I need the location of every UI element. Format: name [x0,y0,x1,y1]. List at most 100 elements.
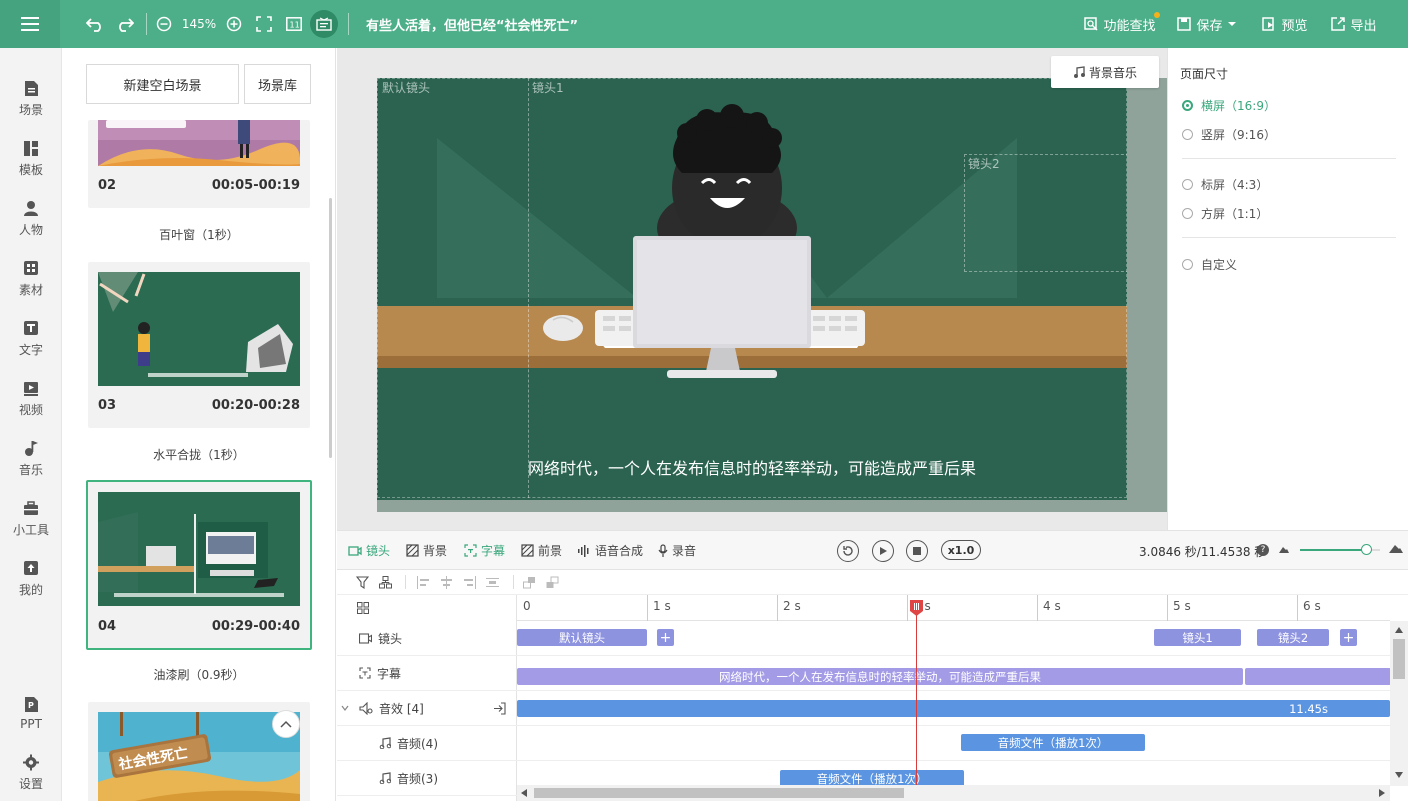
tab-subtitle[interactable]: 字幕 [464,542,505,559]
nav-template[interactable]: 模板 [0,132,62,186]
tab-tts[interactable]: 语音合成 [577,542,643,559]
zoom-out-mountain-icon[interactable] [1279,545,1289,553]
camera-1-frame[interactable] [528,78,1127,498]
radio-portrait[interactable]: 竖屏（9:16） [1182,126,1276,143]
track-audio-4[interactable]: 音频(4) [337,726,517,761]
undo-icon[interactable] [84,12,106,36]
clip-subtitle-next[interactable] [1245,668,1391,685]
clip-sfx-group[interactable]: 11.45s [517,700,1390,717]
exit-group-icon[interactable] [493,702,506,715]
radio-custom[interactable]: 自定义 [1182,256,1237,273]
preview-button[interactable]: 预览 [1260,12,1310,36]
track-layout-icon[interactable] [357,602,369,614]
timeline-vertical-scrollbar[interactable] [1390,621,1408,786]
zoom-out-icon[interactable] [154,12,174,36]
zoom-in-mountain-icon[interactable] [1389,543,1403,553]
track-sfx[interactable]: 音效 [4] [337,691,517,726]
stage[interactable]: 网络时代，一个人在发布信息时的轻率举动，可能造成严重后果 默认镜头 镜头1 镜头… [377,78,1127,500]
nav-toolbox[interactable]: 小工具 [0,492,62,546]
layer-up-icon[interactable] [523,576,536,589]
clip-audio-4[interactable]: 音频文件（播放1次） [961,734,1145,751]
scene-card[interactable]: 社会性死亡 [88,702,310,801]
align-right-icon[interactable] [463,576,476,589]
fullscreen-icon[interactable] [254,12,274,36]
zoom-slider[interactable] [1300,544,1380,555]
nav-mine[interactable]: 我的 [0,552,62,606]
menu-icon[interactable] [0,0,60,48]
track-subtitle[interactable]: 字幕 [337,656,517,691]
help-icon[interactable]: ? [1257,544,1269,556]
scene-card[interactable]: 02 00:05-00:19 [88,120,310,208]
nav-person[interactable]: 人物 [0,192,62,246]
actual-size-icon[interactable]: 11 [284,12,304,36]
playhead-handle[interactable] [910,600,923,616]
background-music-button[interactable]: 背景音乐 [1051,56,1159,88]
redo-icon[interactable] [114,12,136,36]
timeline-horizontal-scrollbar[interactable] [517,785,1390,801]
new-blank-scene-button[interactable]: 新建空白场景 [86,64,239,104]
stop-button[interactable] [906,540,928,562]
nav-ppt[interactable]: P PPT [0,686,62,740]
nav-scene[interactable]: 场景 [0,72,62,126]
default-camera-label: 默认镜头 [382,81,431,95]
vertical-scroll-thumb[interactable] [1393,639,1405,679]
canvas-area: 网络时代，一个人在发布信息时的轻率举动，可能造成严重后果 默认镜头 镜头1 镜头… [337,48,1167,530]
track-audio-3[interactable]: 音频(3) [337,761,517,796]
scene-transition[interactable]: 百叶窗（1秒） [88,226,310,243]
filter-icon[interactable] [356,576,369,589]
feature-search-button[interactable]: 功能查找 [1082,12,1160,36]
track-camera[interactable]: 镜头 [337,621,517,656]
save-button[interactable]: 保存 [1176,12,1238,36]
replay-button[interactable] [837,540,859,562]
time-ruler[interactable]: 0 1 s 2 s 3 s 4 s 5 s 6 s [517,595,1390,621]
scene-card[interactable]: 03 00:20-00:28 [88,262,310,428]
tab-record[interactable]: 录音 [658,542,696,559]
tab-camera[interactable]: 镜头 [348,542,390,559]
hierarchy-icon[interactable] [379,576,392,589]
nav-label: 模板 [18,163,43,177]
camera-1-label: 镜头1 [532,81,564,95]
horizontal-scroll-thumb[interactable] [534,788,904,798]
speed-button[interactable]: x1.0 [941,540,981,560]
align-center-icon[interactable] [440,576,453,589]
distribute-icon[interactable] [486,576,499,589]
clip-default-camera[interactable]: 默认镜头 [517,629,647,646]
gear-icon [23,754,39,771]
play-button[interactable] [872,540,894,562]
nav-text[interactable]: 文字 [0,312,62,366]
scroll-top-button[interactable] [272,710,300,738]
add-camera-button[interactable]: + [1340,629,1357,646]
nav-music[interactable]: 音乐 [0,432,62,486]
radio-standard[interactable]: 标屏（4:3） [1182,176,1268,193]
radio-landscape[interactable]: 横屏（16:9） [1182,97,1276,114]
scene-panel-scrollbar[interactable] [329,198,332,458]
background-icon [406,544,419,557]
nav-material[interactable]: 素材 [0,252,62,306]
scene-transition[interactable]: 水平合拢（1秒） [88,446,310,463]
nav-settings[interactable]: 设置 [0,746,62,800]
radio-square[interactable]: 方屏（1:1） [1182,205,1268,222]
export-button[interactable]: 导出 [1328,12,1380,36]
video-icon [24,382,38,396]
zoom-slider-handle[interactable] [1360,544,1372,555]
track-labels: 镜头 字幕 音效 [4] 音频(4) 音频(3) [337,595,517,801]
layer-down-icon[interactable] [546,576,559,589]
nav-video[interactable]: 视频 [0,372,62,426]
scene-transition[interactable]: 油漆刷（0.9秒） [88,666,310,683]
scene-time: 00:29-00:40 [211,619,300,634]
tab-background[interactable]: 背景 [406,542,447,559]
align-left-icon[interactable] [417,576,430,589]
ruler-tick: 6 s [1303,599,1321,613]
clip-camera-2[interactable]: 镜头2 [1257,629,1329,646]
zoom-in-icon[interactable] [224,12,244,36]
clip-camera-1[interactable]: 镜头1 [1154,629,1241,646]
project-title[interactable]: 有些人活着，但他已经“社会性死亡” [366,12,666,36]
add-camera-button[interactable]: + [657,629,674,646]
preview-label: 预览 [1281,18,1308,34]
subtitle-mode-icon[interactable] [310,10,338,38]
chevron-down-icon[interactable] [341,705,349,711]
scene-card-selected[interactable]: 04 00:29-00:40 [86,480,312,650]
scene-library-button[interactable]: 场景库 [244,64,311,104]
clip-subtitle[interactable]: 网络时代，一个人在发布信息时的轻率举动，可能造成严重后果 [517,668,1243,685]
tab-foreground[interactable]: 前景 [521,542,562,559]
